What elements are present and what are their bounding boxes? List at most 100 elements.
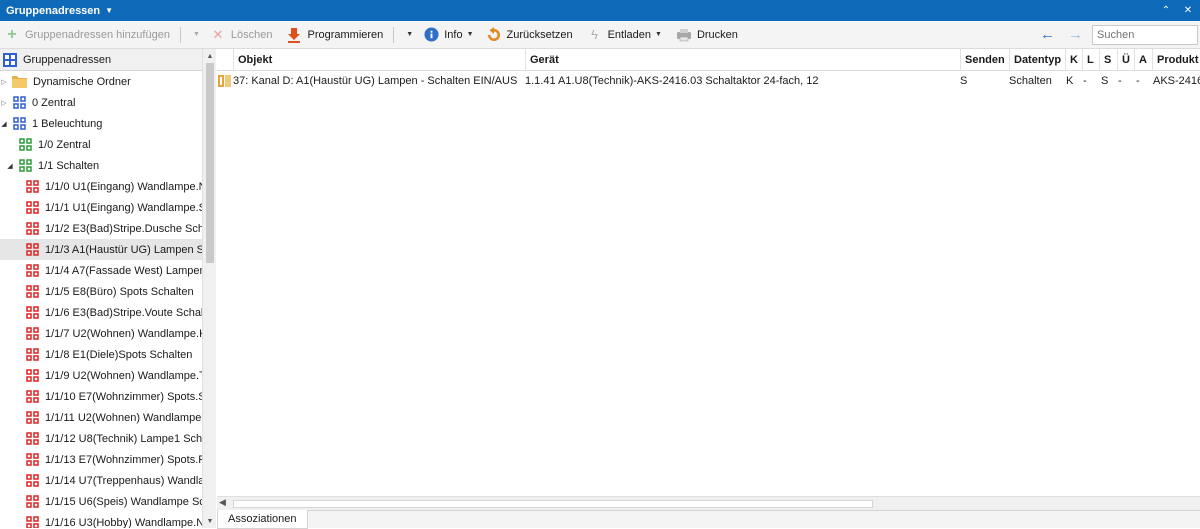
bottom-tab-strip: Assoziationen: [217, 510, 1200, 529]
tree-item-group-address[interactable]: 1/1/11 U2(Wohnen) Wandlampe...: [0, 407, 202, 428]
close-icon[interactable]: ✕: [1180, 2, 1196, 18]
column-header-datentyp[interactable]: Datentyp: [1009, 49, 1065, 71]
cell-objekt: 37: Kanal D: A1(Haustür UG) Lampen - Sch…: [233, 75, 518, 87]
reset-button[interactable]: Zurücksetzen: [482, 24, 577, 46]
tree-item-group-address[interactable]: 1/1/2 E3(Bad)Stripe.Dusche Schalt: [0, 218, 202, 239]
folder-icon: [12, 76, 27, 88]
column-header-produkt[interactable]: Produkt: [1152, 49, 1200, 71]
program-button[interactable]: Programmieren: [282, 24, 387, 46]
tree-item-group-address[interactable]: 1/1/15 U6(Speis) Wandlampe Sch..: [0, 491, 202, 512]
group-objects-table: Objekt Gerät Senden Datentyp K L S Ü A P…: [217, 49, 1200, 496]
print-button[interactable]: Drucken: [672, 24, 742, 46]
tree-item-group-address[interactable]: 1/1/7 U2(Wohnen) Wandlampe.K..: [0, 323, 202, 344]
print-label: Drucken: [696, 28, 738, 41]
tree-item-label: 1/1/3 A1(Haustür UG) Lampen Sc..: [45, 243, 202, 256]
delete-label: Löschen: [230, 28, 273, 41]
title-dropdown-icon[interactable]: ▼: [105, 6, 113, 15]
column-header-ue[interactable]: Ü: [1117, 49, 1134, 71]
scrollbar-thumb[interactable]: [233, 500, 873, 508]
tree-item-label: 0 Zentral: [32, 96, 76, 109]
group-address-icon: [26, 327, 39, 340]
group-address-icon: [26, 474, 39, 487]
tree-item-group-address[interactable]: 1/1/0 U1(Eingang) Wandlampe.N..: [0, 176, 202, 197]
column-header-geraet[interactable]: Gerät: [525, 49, 960, 71]
tree-item-group-address[interactable]: 1/1/16 U3(Hobby) Wandlampe.N..: [0, 512, 202, 528]
tree-item-group-address[interactable]: 1/1/10 E7(Wohnzimmer) Spots.So..: [0, 386, 202, 407]
forward-arrow-icon[interactable]: →: [1068, 25, 1083, 45]
tree-item-group-address[interactable]: 1/1/4 A7(Fassade West) Lampen S: [0, 260, 202, 281]
scroll-left-icon[interactable]: ◀: [219, 497, 226, 508]
tree-item-group-address[interactable]: 1/1/1 U1(Eingang) Wandlampe.Sü: [0, 197, 202, 218]
search-input[interactable]: [1092, 25, 1198, 45]
scrollbar-thumb[interactable]: [206, 63, 214, 263]
tree-item-1-beleuchtung[interactable]: ◢ 1 Beleuchtung: [0, 113, 202, 134]
collapse-arrow-icon[interactable]: ◢: [6, 162, 14, 170]
window-titlebar: Gruppenadressen ▼ ⌃ ✕: [0, 0, 1200, 21]
tree-item-group-address[interactable]: 1/1/5 E8(Büro) Spots Schalten: [0, 281, 202, 302]
cell-datentyp: Schalten: [1009, 75, 1052, 87]
info-button[interactable]: Info ▼: [419, 24, 477, 46]
table-horizontal-scrollbar[interactable]: ◀: [217, 496, 1200, 510]
tree-item-0-zentral[interactable]: ▷ 0 Zentral: [0, 92, 202, 113]
tree-item-label: 1/1/9 U2(Wohnen) Wandlampe.Te: [45, 369, 202, 382]
expand-arrow-icon[interactable]: ▷: [0, 78, 8, 86]
tree-item-group-address[interactable]: 1/1/14 U7(Treppenhaus) Wandla...: [0, 470, 202, 491]
group-address-icon: [26, 495, 39, 508]
group-address-icon: [26, 369, 39, 382]
table-row[interactable]: 37: Kanal D: A1(Haustür UG) Lampen - Sch…: [217, 71, 1200, 91]
collapse-arrow-icon[interactable]: ◢: [0, 120, 8, 128]
tree-item-group-address[interactable]: 1/1/9 U2(Wohnen) Wandlampe.Te: [0, 365, 202, 386]
middle-group-icon: [19, 159, 32, 172]
group-address-icon: [26, 264, 39, 277]
scroll-down-icon[interactable]: ▼: [203, 515, 217, 527]
reset-label: Zurücksetzen: [506, 28, 573, 41]
main-group-icon: [13, 96, 26, 109]
tree-item-label: 1/0 Zentral: [38, 138, 91, 151]
scroll-up-icon[interactable]: ▲: [203, 50, 217, 62]
group-address-icon: [26, 222, 39, 235]
info-label: Info: [444, 28, 463, 41]
download-arrow-icon: [286, 27, 302, 43]
tree-header: Gruppenadressen: [0, 49, 202, 71]
tree-item-1-1-schalten[interactable]: ◢ 1/1 Schalten: [0, 155, 202, 176]
collapse-up-icon[interactable]: ⌃: [1158, 2, 1174, 18]
tree-item-group-address[interactable]: 1/1/13 E7(Wohnzimmer) Spots.Fe..: [0, 449, 202, 470]
delete-button[interactable]: ✕ Löschen: [206, 24, 277, 46]
tree-item-label: 1/1/1 U1(Eingang) Wandlampe.Sü: [45, 201, 202, 214]
program-label: Programmieren: [307, 28, 384, 41]
tab-associations[interactable]: Assoziationen: [217, 510, 308, 529]
unload-button[interactable]: ϟ Entladen ▼: [583, 24, 666, 46]
group-addresses-icon: [3, 52, 17, 67]
column-header-s[interactable]: S: [1099, 49, 1117, 71]
cell-a: -: [1136, 75, 1140, 87]
add-group-address-button[interactable]: + Gruppenadressen hinzufügen: [0, 24, 174, 46]
tree-item-group-address[interactable]: 1/1/8 E1(Diele)Spots Schalten: [0, 344, 202, 365]
back-arrow-icon[interactable]: ←: [1040, 25, 1055, 45]
column-header-k[interactable]: K: [1065, 49, 1082, 71]
tree-item-label: Dynamische Ordner: [33, 75, 131, 88]
tree-item-group-address[interactable]: 1/1/12 U8(Technik) Lampe1 Schalt: [0, 428, 202, 449]
tree-item-group-address-selected[interactable]: 1/1/3 A1(Haustür UG) Lampen Sc..: [0, 239, 202, 260]
cell-s: S: [1101, 75, 1109, 87]
tree-item-group-address[interactable]: 1/1/6 E3(Bad)Stripe.Voute Schalter: [0, 302, 202, 323]
info-dropdown-icon[interactable]: ▼: [467, 31, 474, 38]
column-header-objekt[interactable]: Objekt: [233, 49, 525, 71]
tree-item-1-0-zentral[interactable]: 1/0 Zentral: [0, 134, 202, 155]
unload-dropdown-icon[interactable]: ▼: [655, 31, 662, 38]
add-dropdown-icon[interactable]: ▼: [187, 24, 202, 46]
group-address-icon: [26, 516, 39, 528]
column-header-senden[interactable]: Senden: [960, 49, 1009, 71]
cell-senden: S: [960, 75, 968, 87]
column-header-a[interactable]: A: [1134, 49, 1152, 71]
group-address-icon: [26, 453, 39, 466]
group-address-icon: [26, 243, 39, 256]
table-header: Objekt Gerät Senden Datentyp K L S Ü A P…: [217, 49, 1200, 71]
group-address-icon: [26, 180, 39, 193]
main-group-icon: [13, 117, 26, 130]
program-dropdown-icon[interactable]: ▼: [400, 24, 415, 46]
expand-arrow-icon[interactable]: ▷: [0, 99, 8, 107]
tree-item-dynamic-folders[interactable]: ▷ Dynamische Ordner: [0, 71, 202, 92]
tree-item-label: 1/1/6 E3(Bad)Stripe.Voute Schalter: [45, 306, 202, 319]
column-header-l[interactable]: L: [1082, 49, 1099, 71]
tree-vertical-scrollbar[interactable]: ▲ ▼: [202, 49, 216, 528]
